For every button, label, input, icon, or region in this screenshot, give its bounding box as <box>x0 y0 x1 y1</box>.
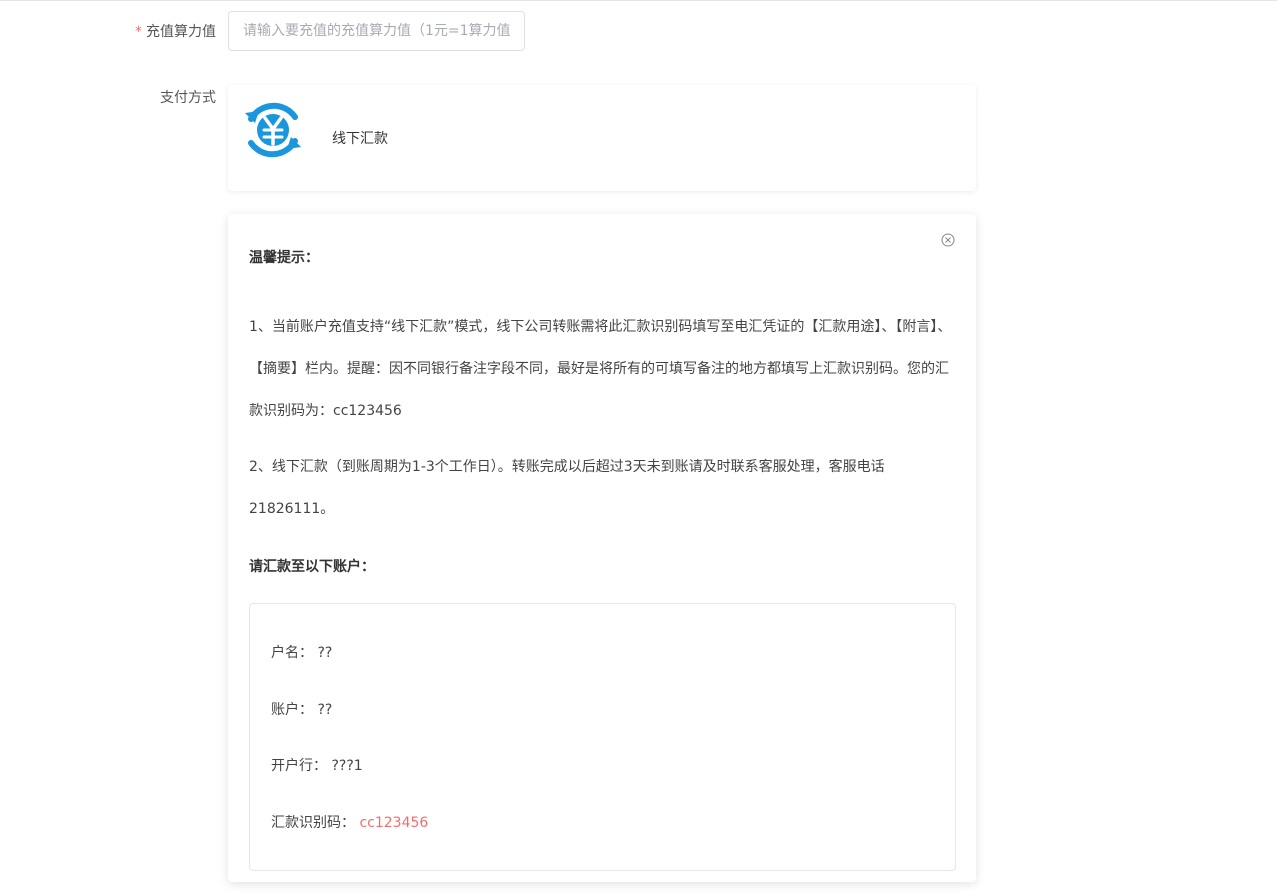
payment-method-name: 线下汇款 <box>332 131 388 147</box>
remit-code-row: 汇款识别码： cc123456 <box>271 812 428 832</box>
account-name-row: 户名： ?? <box>271 642 332 662</box>
remit-code-label: 汇款识别码： <box>271 815 355 831</box>
account-bank-label: 开户行： <box>271 758 327 774</box>
remit-code-value: cc123456 <box>359 815 429 831</box>
payment-method-label: 支付方式 <box>160 90 216 106</box>
close-icon[interactable] <box>941 233 955 247</box>
top-divider <box>0 0 1277 1</box>
account-section-title: 请汇款至以下账户： <box>249 559 375 575</box>
account-number-value: ?? <box>317 702 333 718</box>
required-mark: * <box>135 24 142 40</box>
payment-option-offline[interactable]: 线下汇款 <box>228 85 976 191</box>
yuan-exchange-icon <box>245 102 301 158</box>
notice-paragraph-2: 2、线下汇款（到账周期为1-3个工作日）。转账完成以后超过3天未到账请及时联系客… <box>249 459 885 517</box>
account-name-label: 户名： <box>271 645 313 661</box>
account-info-box: 户名： ?? 账户： ?? 开户行： ???1 汇款识别码： cc123456 <box>249 603 956 871</box>
amount-label-text: 充值算力值 <box>146 24 216 40</box>
account-number-row: 账户： ?? <box>271 699 332 719</box>
account-bank-row: 开户行： ???1 <box>271 755 363 775</box>
notice-paragraph-1: 1、当前账户充值支持“线下汇款”模式，线下公司转账需将此汇款识别码填写至电汇凭证… <box>249 319 952 419</box>
notice-title: 温馨提示： <box>249 250 319 266</box>
amount-label: * 充值算力值 <box>96 21 216 41</box>
amount-input[interactable] <box>228 11 525 51</box>
account-bank-value: ???1 <box>331 758 363 774</box>
notice-card: 温馨提示： 1、当前账户充值支持“线下汇款”模式，线下公司转账需将此汇款识别码填… <box>228 214 976 882</box>
account-number-label: 账户： <box>271 702 313 718</box>
account-name-value: ?? <box>317 645 333 661</box>
